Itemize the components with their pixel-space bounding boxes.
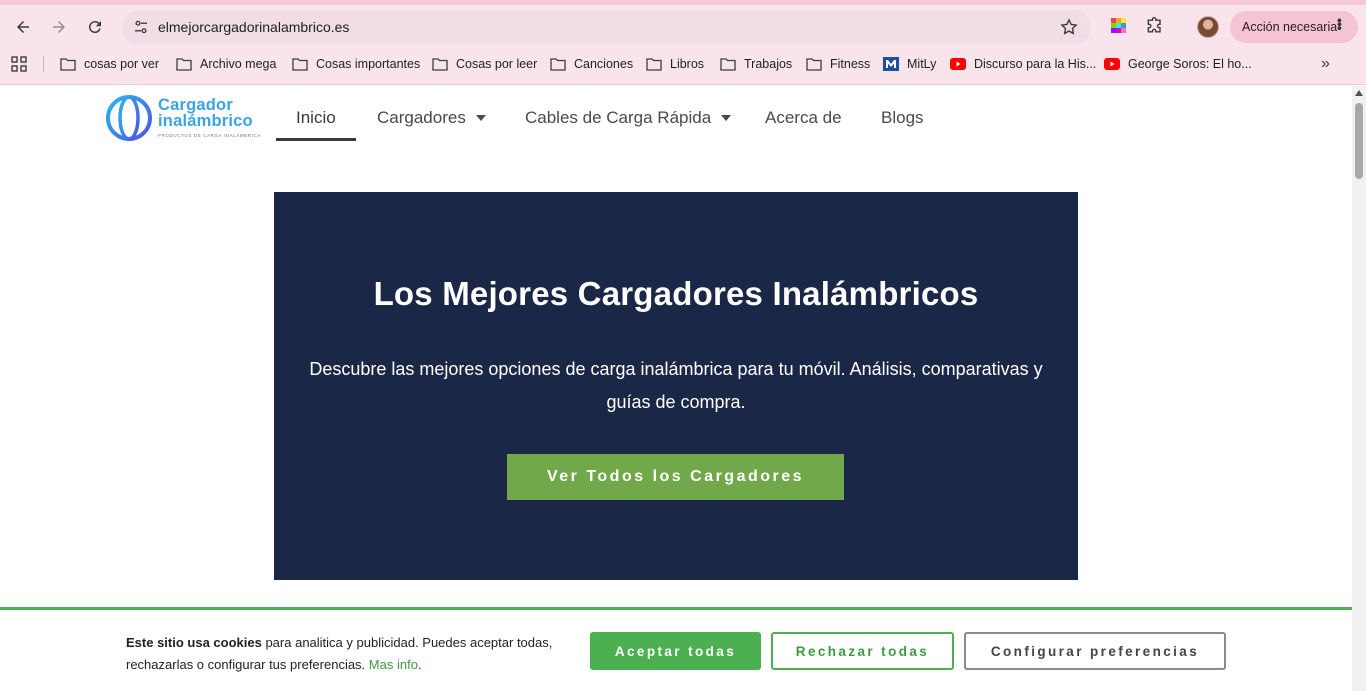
folder-icon: [806, 58, 822, 71]
hero-section: Los Mejores Cargadores Inalámbricos Desc…: [274, 192, 1078, 580]
reload-icon: [88, 21, 101, 34]
view-all-chargers-button[interactable]: Ver Todos los Cargadores: [507, 454, 844, 500]
bookmark-label: cosas por ver: [84, 57, 160, 71]
bookmark-label: MitLy: [907, 57, 937, 71]
nav-item-label: Inicio: [296, 108, 336, 127]
bookmark-item[interactable]: Discurso para la His...: [950, 54, 1096, 74]
scroll-up-arrow-icon[interactable]: [1355, 90, 1363, 96]
logo-text[interactable]: inalámbrico: [158, 112, 253, 131]
browser-chrome: elmejorcargadorinalambrico.es Acción nec…: [0, 0, 1366, 85]
bookmark-item[interactable]: Trabajos: [720, 54, 792, 74]
nav-item-label: Acerca de: [765, 108, 842, 127]
action-required-label: Acción necesaria: [1242, 20, 1338, 34]
action-required-button[interactable]: Acción necesaria •••: [1230, 11, 1358, 43]
configure-preferences-button[interactable]: Configurar preferencias: [964, 632, 1226, 670]
reload-button[interactable]: [82, 14, 108, 40]
bookmark-item[interactable]: cosas por ver: [60, 54, 159, 74]
bookmark-item[interactable]: Libros: [646, 54, 704, 74]
nav-item-label: Cables de Carga Rápida: [525, 108, 712, 127]
bookmark-item[interactable]: Archivo mega: [176, 54, 276, 74]
cookie-message: Este sitio usa cookies para analitica y …: [126, 632, 556, 675]
bookmark-item[interactable]: MitLy: [883, 54, 936, 74]
nav-item-inicio[interactable]: Inicio: [296, 108, 336, 128]
forward-button[interactable]: [46, 14, 72, 40]
extension-colorful-icon[interactable]: [1109, 16, 1129, 36]
hero-description: Descubre las mejores opciones de carga i…: [309, 359, 1043, 412]
globe-logo-icon[interactable]: [106, 95, 152, 141]
cookie-message-bold: Este sitio usa cookies: [126, 635, 262, 650]
back-button[interactable]: [10, 14, 36, 40]
nav-item-blogs[interactable]: Blogs: [881, 108, 924, 128]
reject-all-button[interactable]: Rechazar todas: [771, 632, 954, 670]
caret-down-icon: [721, 115, 732, 121]
folder-icon: [176, 58, 192, 71]
more-info-link[interactable]: Mas info: [369, 657, 418, 672]
bookmarks-divider: [43, 56, 44, 72]
nav-item-label: Cargadores: [377, 108, 466, 127]
youtube-icon: [950, 58, 966, 70]
caret-down-icon: [475, 115, 486, 121]
bookmark-star-icon[interactable]: [1059, 17, 1079, 37]
bookmark-label: Cosas importantes: [316, 57, 421, 71]
mitly-icon: [883, 57, 899, 71]
bookmarks-overflow-icon[interactable]: »: [1321, 55, 1330, 73]
url-text[interactable]: elmejorcargadorinalambrico.es: [158, 19, 349, 35]
youtube-icon: [1104, 58, 1120, 70]
accept-all-button[interactable]: Aceptar todas: [590, 632, 761, 670]
bookmark-label: Discurso para la His...: [974, 57, 1097, 71]
bookmark-label: Libros: [670, 57, 705, 71]
cookie-message-end: .: [417, 656, 422, 672]
hero-title: Los Mejores Cargadores Inalámbricos: [373, 275, 979, 312]
nav-item-cables[interactable]: Cables de Carga Rápida: [525, 108, 732, 128]
nav-active-indicator: [276, 138, 356, 141]
logo-tagline: PRODUCTOS DE CARGA INALÁMBRICA: [158, 133, 261, 138]
nav-item-label: Blogs: [881, 108, 924, 127]
folder-icon: [292, 58, 308, 71]
site-header: Cargador inalámbrico PRODUCTOS DE CARGA …: [0, 86, 1352, 146]
bookmark-item[interactable]: Fitness: [806, 54, 870, 74]
folder-icon: [60, 58, 76, 71]
bookmark-item[interactable]: Canciones: [550, 54, 633, 74]
bookmark-item[interactable]: Cosas por leer: [432, 54, 537, 74]
bookmarks-bar: cosas por ver Archivo mega Cosas importa…: [0, 52, 1366, 76]
bookmark-item[interactable]: George Soros: El ho...: [1104, 54, 1252, 74]
vertical-scrollbar[interactable]: [1352, 86, 1366, 691]
arrow-left-icon: [17, 21, 29, 33]
web-page: Cargador inalámbrico PRODUCTOS DE CARGA …: [0, 86, 1352, 691]
bookmark-label: Archivo mega: [200, 57, 277, 71]
bookmark-label: Cosas por leer: [456, 57, 538, 71]
bookmark-label: Trabajos: [744, 57, 793, 71]
bookmark-label: Canciones: [574, 57, 634, 71]
bookmark-item[interactable]: Cosas importantes: [292, 54, 420, 74]
folder-icon: [646, 58, 662, 71]
address-bar[interactable]: elmejorcargadorinalambrico.es: [122, 10, 1091, 44]
nav-item-cargadores[interactable]: Cargadores: [377, 108, 486, 128]
cookie-banner: Este sitio usa cookies para analitica y …: [0, 607, 1352, 691]
tab-strip-edge: [0, 0, 1366, 5]
folder-icon: [432, 58, 448, 71]
extensions-puzzle-icon[interactable]: [1145, 16, 1165, 36]
more-menu-icon[interactable]: •••: [1332, 18, 1348, 30]
arrow-right-icon: [53, 21, 65, 33]
nav-item-acerca[interactable]: Acerca de: [765, 108, 842, 128]
apps-grid-icon[interactable]: [11, 56, 27, 72]
site-settings-icon[interactable]: [132, 18, 150, 36]
folder-icon: [720, 58, 736, 71]
scrollbar-thumb[interactable]: [1355, 103, 1363, 179]
bookmark-label: George Soros: El ho...: [1128, 57, 1252, 71]
profile-avatar[interactable]: [1197, 16, 1219, 38]
folder-icon: [550, 58, 566, 71]
bookmark-label: Fitness: [830, 57, 871, 71]
